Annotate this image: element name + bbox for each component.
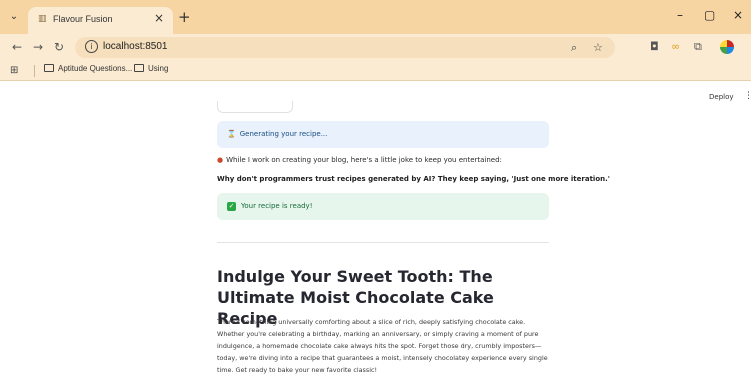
profile-icon[interactable] xyxy=(720,40,734,54)
divider xyxy=(217,242,549,243)
back-icon[interactable]: ← xyxy=(12,40,22,54)
main-menu-icon[interactable]: ⋮ xyxy=(744,91,751,101)
bookmark-using[interactable]: Using xyxy=(134,64,168,73)
bookmark-separator xyxy=(34,65,35,77)
folder-icon xyxy=(134,64,144,72)
input-widget-edge xyxy=(217,101,293,113)
bookmark-label: Using xyxy=(148,64,169,73)
star-icon[interactable]: ☆ xyxy=(593,41,603,54)
folder-icon xyxy=(44,64,54,72)
puzzle-icon[interactable]: ⧉ xyxy=(694,40,702,54)
bookmark-aptitude[interactable]: Aptitude Questions... xyxy=(44,64,132,73)
close-tab-icon[interactable]: × xyxy=(154,11,164,25)
address-bar[interactable]: i localhost:8501 ⌕ ☆ xyxy=(75,37,615,58)
joke-text: Why don't programmers trust recipes gene… xyxy=(217,175,610,183)
restore-button[interactable]: ▢ xyxy=(704,8,715,22)
success-status-text: Your recipe is ready! xyxy=(241,202,313,210)
forward-icon[interactable]: → xyxy=(33,40,43,54)
reload-icon[interactable]: ↻ xyxy=(54,40,64,54)
browser-tab[interactable]: ▥ Flavour Fusion × xyxy=(28,7,173,34)
camera-icon[interactable]: ◘ xyxy=(650,40,659,53)
toolbar: ← → ↻ i localhost:8501 ⌕ ☆ ◘ ∞ ⧉ xyxy=(0,34,751,61)
tab-title: Flavour Fusion xyxy=(53,14,113,24)
url-text[interactable]: localhost:8501 xyxy=(103,41,168,52)
favicon-icon: ▥ xyxy=(38,14,47,24)
app-page: Deploy ⋮ ⌛ Generating your recipe... ● Whi… xyxy=(0,82,751,385)
tab-strip: ⌄ ▥ Flavour Fusion × + – ▢ × xyxy=(0,0,751,34)
recipe-intro: There's something universally comforting… xyxy=(217,318,548,374)
zoom-icon[interactable]: ⌕ xyxy=(571,41,577,55)
deploy-button[interactable]: Deploy xyxy=(709,93,734,101)
minimize-button[interactable]: – xyxy=(677,8,683,22)
close-window-button[interactable]: × xyxy=(733,8,743,22)
extension-icon[interactable]: ∞ xyxy=(671,40,680,53)
hourglass-icon: ⌛ xyxy=(227,130,236,138)
checkmark-icon: ✓ xyxy=(227,202,236,211)
new-tab-button[interactable]: + xyxy=(178,8,191,26)
joke-intro: ● While I work on creating your blog, her… xyxy=(217,156,502,164)
bookmark-label: Aptitude Questions... xyxy=(58,64,133,73)
info-status-text: Generating your recipe... xyxy=(239,130,328,138)
apps-icon[interactable]: ⊞ xyxy=(10,65,18,76)
cake-icon: ● xyxy=(217,156,224,164)
info-status-box: ⌛ Generating your recipe... xyxy=(217,121,549,148)
joke-intro-text: While I work on creating your blog, here… xyxy=(226,156,502,164)
success-status-box: ✓ Your recipe is ready! xyxy=(217,193,549,220)
bookmarks-bar: ⊞ Aptitude Questions... Using xyxy=(0,61,751,81)
info-icon[interactable]: i xyxy=(85,40,98,53)
tab-search-icon[interactable]: ⌄ xyxy=(6,9,22,25)
